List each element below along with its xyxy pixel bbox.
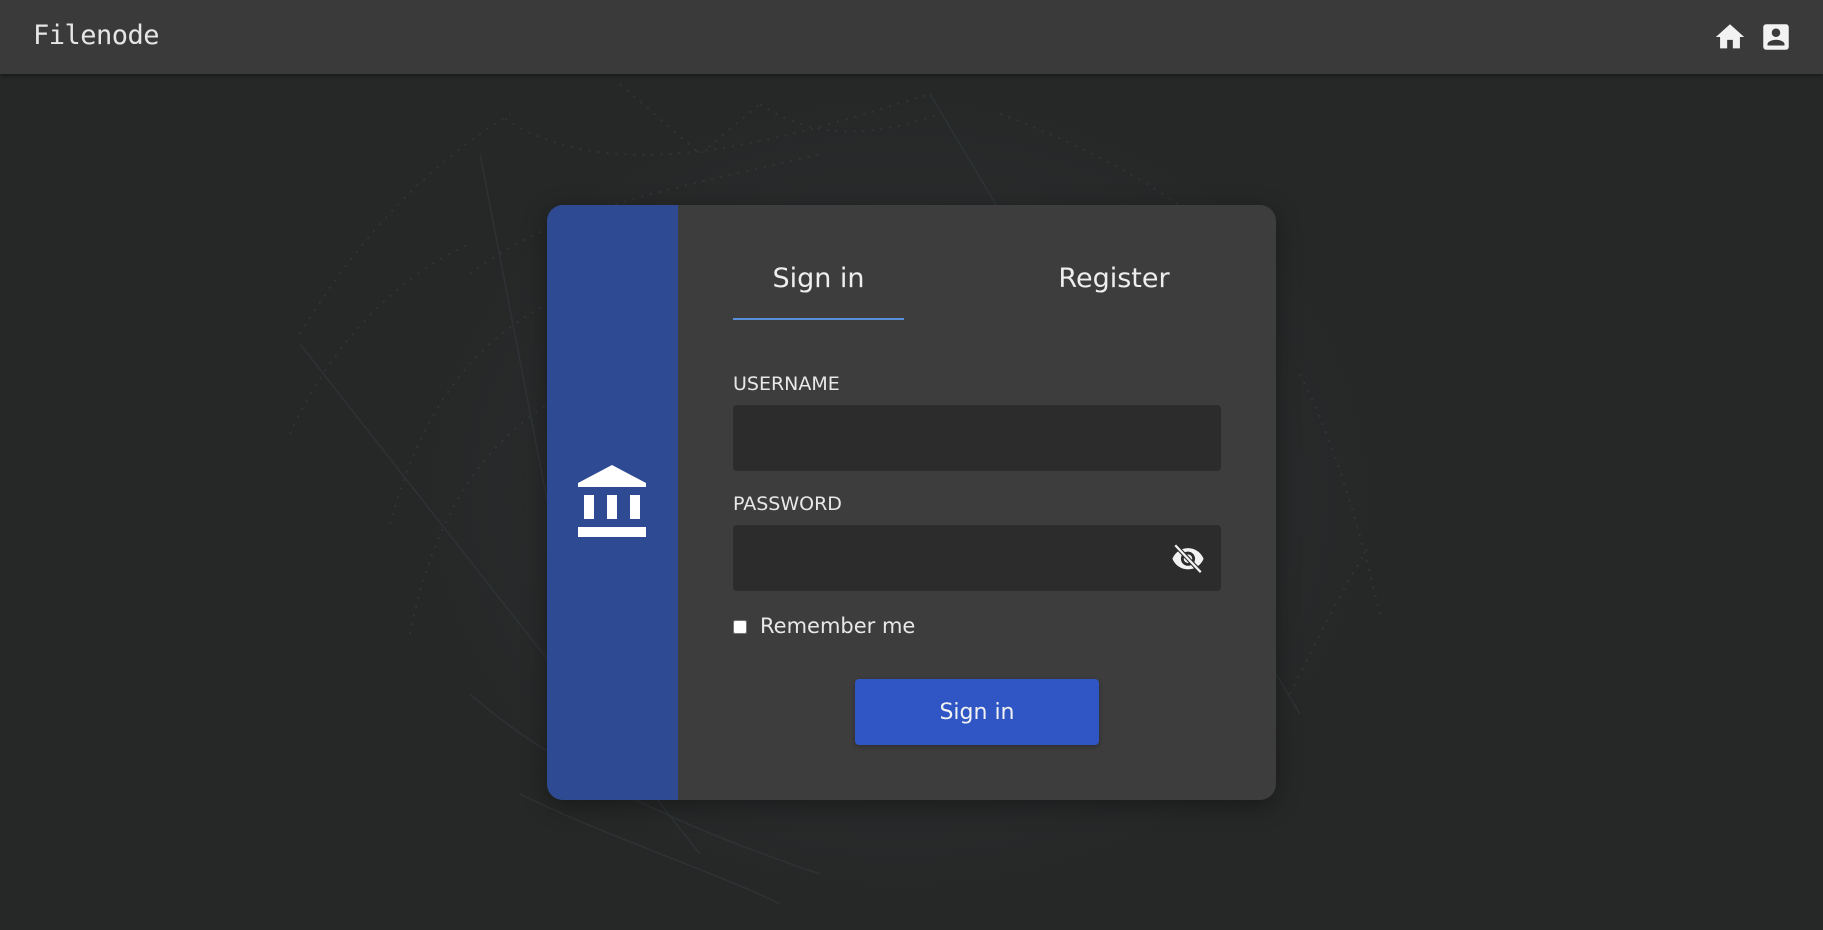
bank-icon bbox=[576, 463, 648, 541]
password-input[interactable] bbox=[733, 525, 1221, 591]
remember-me-label[interactable]: Remember me bbox=[760, 614, 915, 638]
username-input[interactable] bbox=[733, 405, 1221, 471]
top-app-bar: Filenode bbox=[0, 0, 1823, 74]
active-tab-indicator bbox=[733, 318, 904, 320]
eye-off-icon[interactable] bbox=[1170, 541, 1206, 575]
remember-me-checkbox[interactable] bbox=[733, 620, 747, 634]
sign-in-button[interactable]: Sign in bbox=[855, 679, 1099, 745]
auth-card-sidebar bbox=[547, 205, 678, 800]
account-box-icon[interactable] bbox=[1759, 20, 1793, 54]
app-brand[interactable]: Filenode bbox=[33, 20, 160, 51]
home-icon[interactable] bbox=[1713, 20, 1747, 54]
password-label: PASSWORD bbox=[733, 493, 842, 515]
tab-sign-in[interactable]: Sign in bbox=[733, 263, 904, 294]
auth-card: Sign in Register USERNAME PASSWORD Remem… bbox=[547, 205, 1276, 800]
username-label: USERNAME bbox=[733, 373, 840, 395]
tab-register[interactable]: Register bbox=[1027, 263, 1201, 294]
